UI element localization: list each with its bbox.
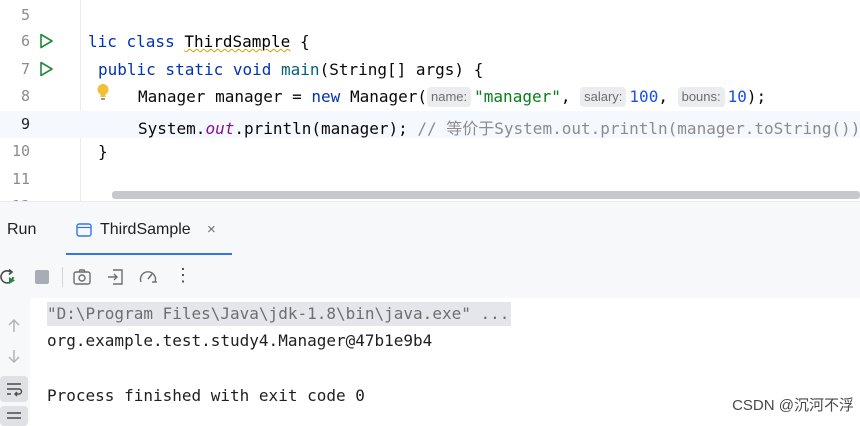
profiler-icon[interactable] [138, 267, 158, 287]
run-main-icon[interactable] [38, 61, 54, 77]
restore-layout-icon[interactable] [106, 267, 126, 287]
code-line[interactable]: 7 public static void main(String[] args)… [0, 56, 860, 83]
code-line[interactable]: 6 lic class ThirdSample { [0, 28, 860, 55]
code-text: } [98, 142, 108, 161]
line-number: 11 [11, 170, 30, 188]
code-text: public static void main(String[] args) { [98, 60, 484, 79]
run-toolbar: ⋮ [0, 255, 860, 298]
arrow-down-icon[interactable] [4, 346, 24, 366]
horizontal-scrollbar[interactable] [112, 191, 860, 199]
param-hint-bouns: bouns: [677, 87, 725, 107]
scroll-to-end-toggle[interactable] [0, 406, 28, 426]
screenshot-icon[interactable] [72, 267, 92, 287]
run-panel-title: Run [7, 221, 37, 238]
run-tool-window-header: Run ThirdSample × [0, 201, 860, 256]
code-line[interactable]: 5 [0, 2, 860, 29]
watermark: CSDN @沉河不浮 [732, 397, 854, 414]
line-number: 10 [11, 142, 30, 160]
console-output-line: org.example.test.study4.Manager@47b1e9b4 [47, 331, 433, 350]
close-icon[interactable]: × [207, 221, 216, 238]
run-class-icon[interactable] [38, 33, 54, 49]
more-icon[interactable]: ⋮ [174, 265, 192, 286]
lightbulb-icon[interactable] [96, 83, 110, 101]
code-line[interactable]: 8 Manager manager = new Manager(name: "ma… [0, 83, 860, 110]
line-number: 5 [20, 6, 30, 24]
soft-wrap-icon [7, 383, 23, 397]
line-number: 6 [20, 32, 30, 50]
line-number: 8 [20, 87, 30, 105]
code-text: Manager manager = new Manager(name: "mana… [138, 87, 767, 107]
param-hint-name: name: [427, 87, 472, 107]
line-number: 7 [20, 60, 30, 78]
toolbar-separator [62, 267, 63, 287]
code-text: System.out.println(manager); // 等价于Syste… [138, 119, 860, 138]
soft-wrap-toggle[interactable] [0, 376, 28, 402]
param-hint-salary: salary: [580, 87, 627, 107]
console-command-line: "D:\Program Files\Java\jdk-1.8\bin\java.… [47, 302, 512, 326]
code-editor[interactable]: 5 6 lic class ThirdSample { 7 public sta… [0, 0, 860, 201]
console-exit-line: Process finished with exit code 0 [47, 386, 365, 405]
console-icon [76, 223, 92, 237]
tab-thirdsample[interactable]: ThirdSample × [66, 202, 232, 256]
tab-label: ThirdSample [100, 221, 191, 238]
stop-icon[interactable] [32, 267, 52, 287]
rerun-icon[interactable] [0, 267, 18, 287]
code-line-current[interactable]: 9 System.out.println(manager); // 等价于Sys… [0, 111, 860, 138]
code-line[interactable]: 10 } [0, 138, 860, 165]
console-output[interactable]: "D:\Program Files\Java\jdk-1.8\bin\java.… [0, 298, 860, 426]
arrow-up-icon[interactable] [4, 316, 24, 336]
code-text: lic class ThirdSample { [88, 32, 310, 51]
console-side-toolbar [0, 298, 30, 426]
code-line[interactable]: 11 [0, 166, 860, 193]
line-number: 9 [20, 115, 30, 133]
